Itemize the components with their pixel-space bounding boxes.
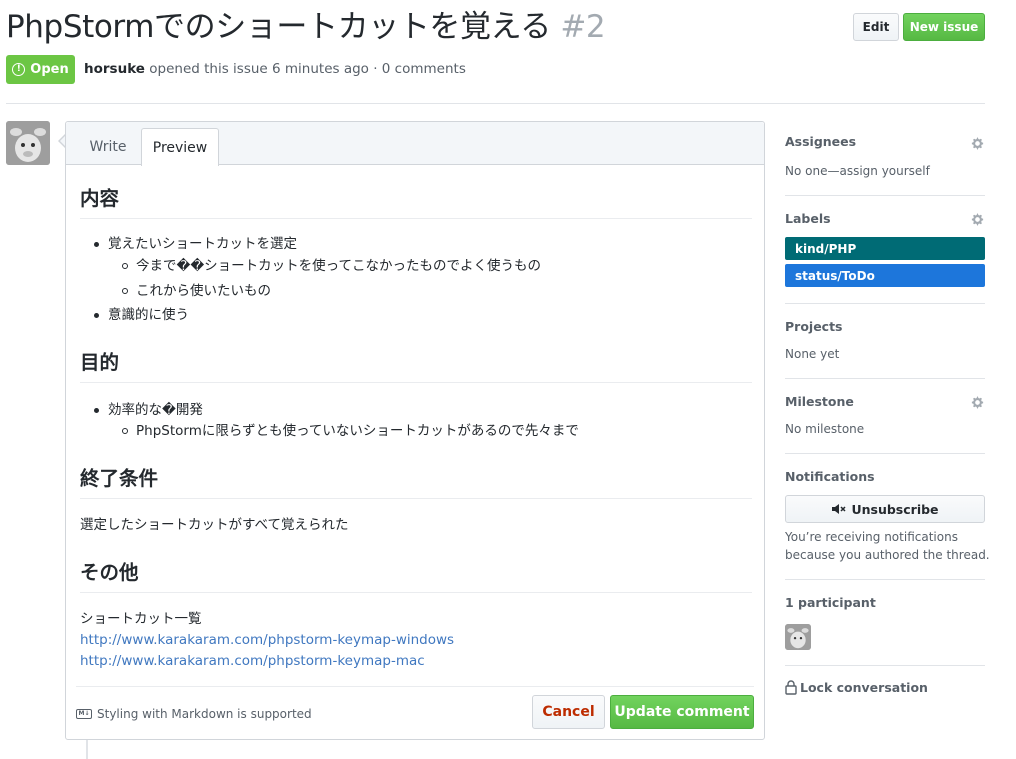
milestone-heading[interactable]: Milestone [785,393,854,411]
notifications-reason: You’re receiving notifications [785,530,958,544]
update-comment-button[interactable]: Update comment [610,695,754,729]
sidebar-divider [785,453,985,454]
markdown-hint-link[interactable]: Styling with Markdown is supported [97,704,312,724]
sidebar-divider [785,665,985,666]
lock-conversation-label: Lock conversation [800,680,928,695]
avatar[interactable] [6,121,50,165]
sidebar-divider [785,378,985,379]
heading-done: 終了条件 [80,462,752,499]
list-item: これから使いたいもの [122,283,271,299]
notifications-reason: because you authored the thread. [785,548,990,562]
list-item: 効率的な�開発 [94,402,203,418]
author-link[interactable]: horsuke [84,61,145,77]
comment-editor: Write Preview 内容 覚えたいショートカットを選定 今まで��ショー… [65,121,765,740]
notifications-heading: Notifications [785,469,875,484]
sidebar-divider [785,195,985,196]
heading-purpose: 目的 [80,346,752,383]
issue-page: PhpStormでのショートカットを覚える #2 Edit New issue … [0,0,1016,759]
label-kind-php[interactable]: kind/PHP [785,237,985,260]
participant-avatar-image [785,624,811,650]
header-divider [6,103,985,104]
list-item: PhpStormに限らずとも使っていないショートカットがあるので先々まで [122,423,579,439]
timeline-line [86,740,88,759]
projects-value: None yet [785,347,840,361]
sidebar-divider [785,303,985,304]
paragraph: 選定したショートカットがすべて覚えられた [80,517,349,533]
cancel-button[interactable]: Cancel [532,695,605,729]
new-issue-button[interactable]: New issue [903,13,985,41]
heading-other: その他 [80,556,752,593]
lock-icon [785,680,797,695]
milestone-value: No milestone [785,422,865,436]
issue-opened-icon: ! [12,63,26,76]
issue-number: #2 [560,9,606,45]
participant-avatar[interactable] [785,624,811,650]
status-badge: ! Open [6,55,75,84]
issue-meta: horsuke opened this issue 6 minutes ago … [84,59,466,79]
edit-button[interactable]: Edit [853,13,899,41]
participants-heading: 1 participant [785,595,876,610]
gear-icon[interactable] [970,212,985,227]
comment-footer-divider [76,686,754,687]
assign-yourself-link[interactable]: No one—assign yourself [785,162,930,180]
list-item: 覚えたいショートカットを選定 [94,236,297,252]
labels-heading[interactable]: Labels [785,210,831,228]
gear-icon[interactable] [970,395,985,410]
status-badge-label: Open [30,62,69,77]
gear-icon[interactable] [970,136,985,151]
label-status-todo[interactable]: status/ToDo [785,264,985,287]
link-keymap-windows[interactable]: http://www.karakaram.com/phpstorm-keymap… [80,630,454,650]
issue-meta-text: opened this issue 6 minutes ago · 0 comm… [144,61,466,77]
markdown-icon: M↓ [76,709,92,719]
link-keymap-mac[interactable]: http://www.karakaram.com/phpstorm-keymap… [80,651,425,671]
tab-preview[interactable]: Preview [141,128,219,166]
issue-title-text: PhpStormでのショートカットを覚える [6,9,551,45]
unsubscribe-label: Unsubscribe [851,501,939,517]
assignees-heading[interactable]: Assignees [785,133,856,151]
heading-content: 内容 [80,182,752,219]
lock-conversation-link[interactable]: Lock conversation [785,680,928,695]
unsubscribe-button[interactable]: Unsubscribe [785,495,985,523]
tab-write[interactable]: Write [76,128,140,165]
mute-icon [832,504,846,514]
list-item: 今まで��ショートカットを使ってこなかったものでよく使うもの [121,258,542,274]
avatar-image [6,121,50,165]
paragraph: ショートカット一覧 [80,611,202,627]
issue-title: PhpStormでのショートカットを覚える #2 [6,4,606,50]
editor-tabnav: Write Preview [66,122,764,166]
projects-heading: Projects [785,319,843,334]
sidebar-divider [785,579,985,580]
list-item: 意識的に使う [94,307,189,323]
